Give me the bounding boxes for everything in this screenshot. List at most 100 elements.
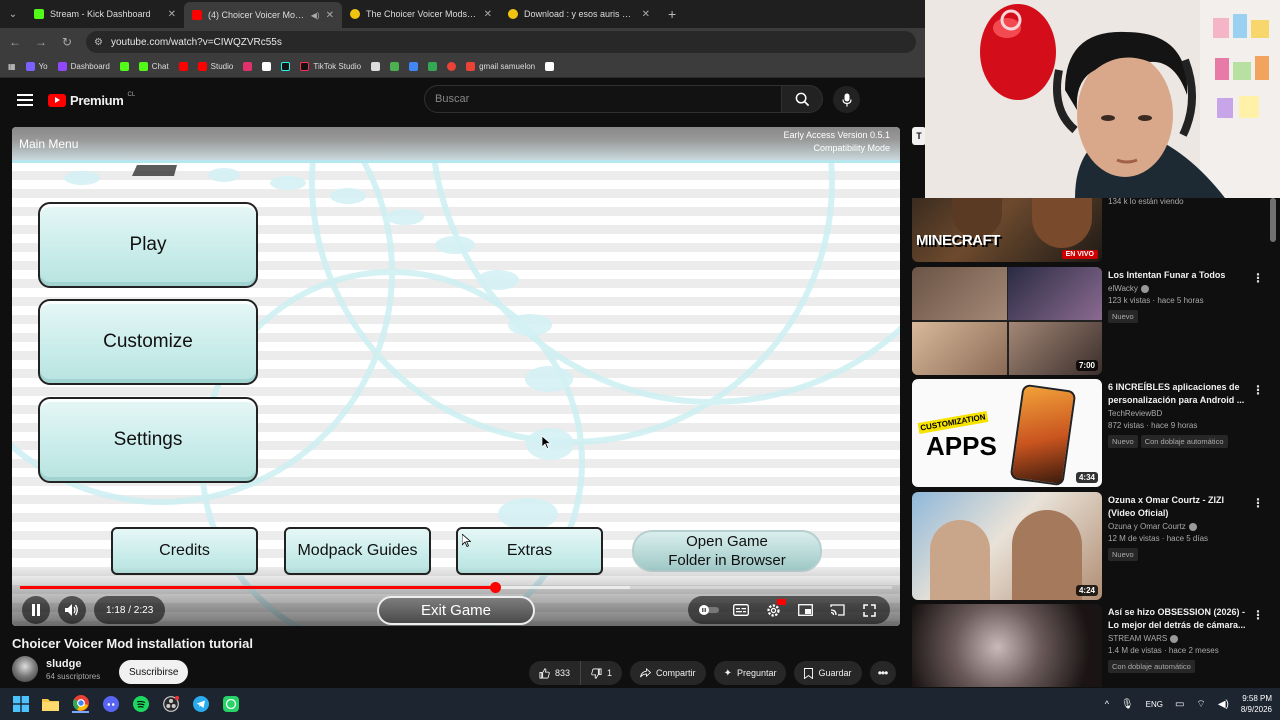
bookmark-misc-5[interactable]	[447, 62, 457, 71]
bookmark-kick[interactable]	[119, 62, 129, 71]
tab-search-icon[interactable]: ⌄	[0, 0, 26, 28]
exit-game-button[interactable]: Exit Game	[377, 596, 535, 625]
bookmark-instagram[interactable]	[243, 62, 253, 71]
bookmark-x[interactable]	[262, 62, 272, 71]
channel-name[interactable]: Ozuna y Omar Courtz	[1108, 522, 1186, 531]
browser-tab-choicer[interactable]: The Choicer Voicer Mods, Tuto ✕	[342, 0, 500, 28]
bookmark-tiktok-studio[interactable]: TikTok Studio	[300, 62, 361, 71]
speaker-icon[interactable]: ◀)	[1218, 699, 1229, 710]
bookmark-youtube[interactable]	[178, 62, 188, 71]
channel-name[interactable]: STREAM WARS	[1108, 634, 1167, 643]
autoplay-toggle[interactable]	[696, 598, 722, 622]
video-thumbnail[interactable]	[912, 604, 1102, 687]
bookmark-misc-6[interactable]	[545, 62, 555, 71]
list-item[interactable]: CUSTOMIZATION APPS 4:34 6 INCREÍBLES apl…	[912, 379, 1272, 487]
browser-tab-download[interactable]: Download : y esos auris de virg ✕	[500, 0, 658, 28]
close-tab-icon[interactable]: ✕	[484, 9, 492, 20]
channel-avatar[interactable]	[12, 656, 38, 682]
settings-button[interactable]	[760, 598, 786, 622]
bookmark-gmail[interactable]: gmail samuelon	[466, 62, 535, 71]
settings-button[interactable]: Settings	[38, 397, 258, 483]
obs-icon[interactable]	[162, 696, 179, 713]
clock[interactable]: 9:58 PM 8/9/2026	[1241, 693, 1272, 715]
browser-tab-youtube[interactable]: (4) Choicer Voicer Mod inst ◀) ✕	[184, 2, 342, 28]
discord-icon[interactable]	[102, 696, 119, 713]
play-button[interactable]: Play	[38, 202, 258, 288]
more-options-icon[interactable]: ⋮	[1252, 608, 1264, 622]
ask-button[interactable]: ✦ Preguntar	[713, 661, 787, 685]
hamburger-menu-icon[interactable]	[17, 94, 33, 106]
sidebar-scrollbar[interactable]	[1270, 198, 1276, 242]
video-title[interactable]: Ozuna x Omar Courtz - ZIZI (Video Oficia…	[1108, 494, 1248, 520]
miniplayer-button[interactable]	[792, 598, 818, 622]
subtitles-button[interactable]	[728, 598, 754, 622]
network-icon[interactable]: ⌔	[1196, 698, 1205, 711]
forward-icon[interactable]: →	[34, 35, 48, 49]
video-thumbnail[interactable]: 4:24	[912, 492, 1102, 600]
like-button[interactable]: 833	[529, 661, 582, 685]
more-actions-button[interactable]: •••	[869, 661, 896, 685]
voice-search-button[interactable]	[833, 86, 860, 113]
bookmark-misc-1[interactable]	[371, 62, 381, 71]
video-title[interactable]: 6 INCREÍBLES aplicaciones de personaliza…	[1108, 381, 1248, 407]
open-game-folder-button[interactable]: Open Game Folder in Browser	[632, 530, 822, 572]
telegram-icon[interactable]	[192, 696, 209, 713]
channel-name[interactable]: TechReviewBD	[1108, 409, 1162, 418]
cast-button[interactable]	[824, 598, 850, 622]
video-title[interactable]: Así se hizo OBSESSION (2026) - Lo mejor …	[1108, 606, 1248, 632]
list-item[interactable]: 4:24 Ozuna x Omar Courtz - ZIZI (Video O…	[912, 492, 1272, 600]
list-item[interactable]: 7:00 Los Intentan Funar a Todos elWacky …	[912, 267, 1272, 375]
windows-start-icon[interactable]	[12, 696, 29, 713]
language-indicator[interactable]: ENG	[1146, 700, 1163, 709]
browser-tab-kick[interactable]: Stream - Kick Dashboard ✕	[26, 0, 184, 28]
chrome-icon[interactable]	[72, 695, 89, 713]
back-icon[interactable]: ←	[8, 35, 22, 49]
video-thumbnail[interactable]: CUSTOMIZATION APPS 4:34	[912, 379, 1102, 487]
video-title[interactable]: Los Intentan Funar a Todos	[1108, 269, 1248, 282]
fullscreen-button[interactable]	[856, 598, 882, 622]
more-options-icon[interactable]: ⋮	[1252, 496, 1264, 510]
microphone-icon[interactable]: 🎙	[1121, 699, 1134, 710]
search-input[interactable]: Buscar	[424, 85, 782, 113]
audio-icon[interactable]: ◀)	[311, 11, 320, 20]
list-item[interactable]: Así se hizo OBSESSION (2026) - Lo mejor …	[912, 604, 1272, 687]
bookmark-misc-4[interactable]	[428, 62, 438, 71]
site-info-icon[interactable]: ⚙	[94, 37, 103, 48]
whatsapp-icon[interactable]	[222, 696, 239, 713]
customize-button[interactable]: Customize	[38, 299, 258, 385]
spotify-icon[interactable]	[132, 696, 149, 713]
file-explorer-icon[interactable]	[42, 696, 59, 713]
bookmark-tiktok[interactable]	[281, 62, 291, 71]
chevron-up-icon[interactable]: ^	[1105, 699, 1109, 709]
dislike-button[interactable]: 1	[581, 661, 623, 685]
url-field[interactable]: ⚙ youtube.com/watch?v=CIWQZVRc55s	[86, 31, 916, 53]
bookmark-dashboard[interactable]: Dashboard	[57, 62, 110, 71]
progress-bar[interactable]	[20, 582, 892, 593]
video-player[interactable]: Main Menu Early Access Version 0.5.1 Com…	[12, 127, 900, 626]
chip-tab[interactable]: T	[912, 127, 926, 145]
bookmark-studio[interactable]: Studio	[197, 62, 233, 71]
youtube-logo[interactable]: Premium CL	[48, 92, 135, 108]
channel-name[interactable]: sludge	[46, 658, 100, 670]
bookmark-chat[interactable]: Chat	[138, 62, 169, 71]
bookmark-yo[interactable]: Yo	[25, 62, 48, 71]
search-button[interactable]	[781, 85, 823, 113]
close-tab-icon[interactable]: ✕	[326, 10, 334, 21]
save-button[interactable]: Guardar	[794, 661, 862, 685]
share-button[interactable]: Compartir	[630, 661, 706, 685]
bookmark-misc-2[interactable]	[390, 62, 400, 71]
close-tab-icon[interactable]: ✕	[168, 9, 176, 20]
subscribe-button[interactable]: Suscribirse	[119, 660, 189, 684]
channel-name[interactable]: elWacky	[1108, 284, 1138, 293]
video-thumbnail[interactable]: 7:00	[912, 267, 1102, 375]
more-options-icon[interactable]: ⋮	[1252, 383, 1264, 397]
new-tab-button[interactable]: +	[658, 6, 686, 22]
pause-button[interactable]	[22, 596, 50, 624]
monitor-icon[interactable]: ▭	[1175, 699, 1184, 710]
apps-icon[interactable]: ▦	[8, 62, 16, 71]
volume-button[interactable]	[58, 596, 86, 624]
more-options-icon[interactable]: ⋮	[1252, 271, 1264, 285]
bookmark-misc-3[interactable]	[409, 62, 419, 71]
close-tab-icon[interactable]: ✕	[642, 9, 650, 20]
live-thumbnail[interactable]: MINECRAFT EN VIVO	[912, 198, 1102, 262]
